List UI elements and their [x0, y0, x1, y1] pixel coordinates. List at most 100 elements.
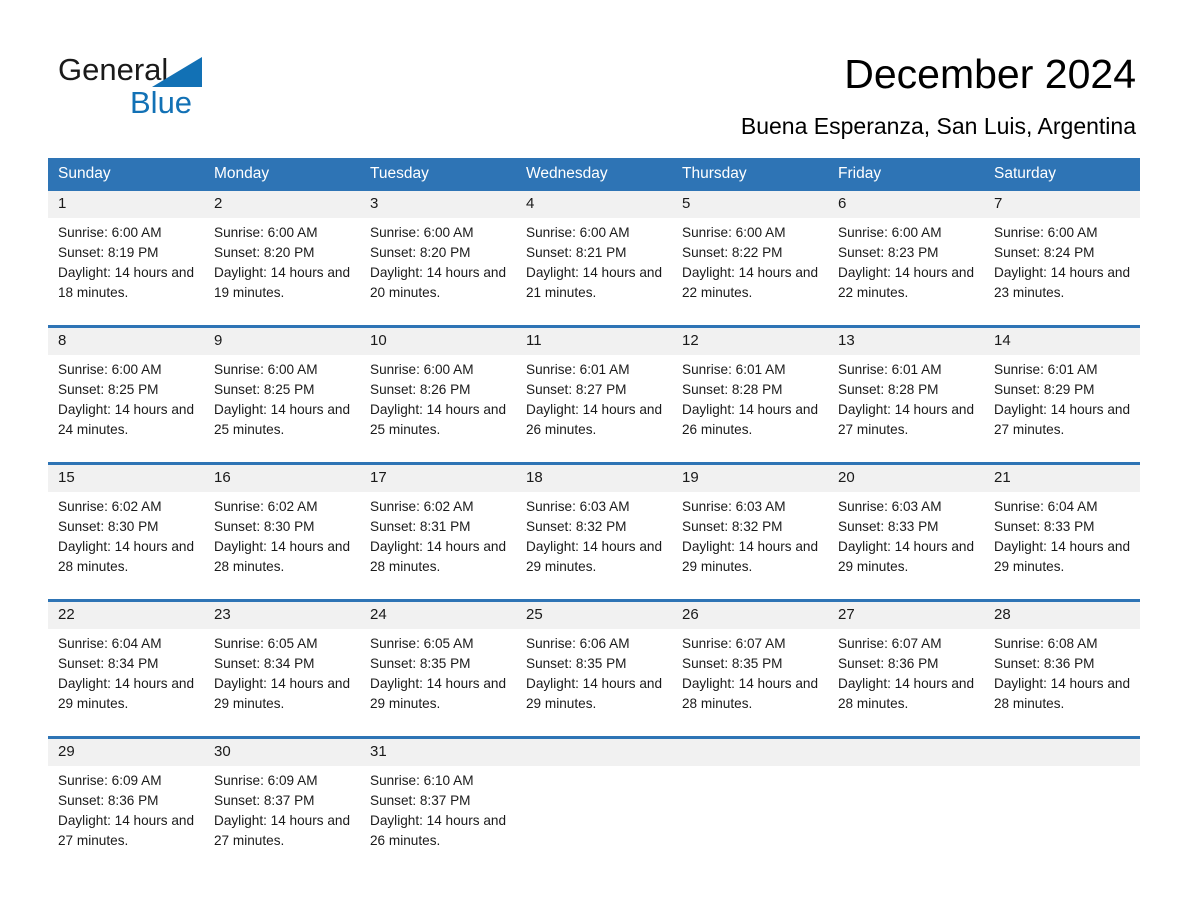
day-cell[interactable]: Sunrise: 6:00 AM Sunset: 8:20 PM Dayligh… — [204, 218, 360, 325]
sunrise-text: Sunrise: 6:01 AM — [526, 362, 630, 377]
sunrise-text: Sunrise: 6:03 AM — [838, 499, 942, 514]
sunset-text: Sunset: 8:36 PM — [58, 793, 159, 808]
sunset-text: Sunset: 8:19 PM — [58, 245, 159, 260]
day-cell[interactable]: Sunrise: 6:01 AM Sunset: 8:27 PM Dayligh… — [516, 355, 672, 462]
day-number[interactable]: 10 — [360, 328, 516, 355]
day-cell[interactable]: Sunrise: 6:00 AM Sunset: 8:25 PM Dayligh… — [204, 355, 360, 462]
day-cell[interactable]: Sunrise: 6:00 AM Sunset: 8:25 PM Dayligh… — [48, 355, 204, 462]
day-cell[interactable]: Sunrise: 6:00 AM Sunset: 8:22 PM Dayligh… — [672, 218, 828, 325]
day-cell[interactable]: Sunrise: 6:00 AM Sunset: 8:20 PM Dayligh… — [360, 218, 516, 325]
day-number[interactable]: 1 — [48, 191, 204, 218]
day-cell[interactable]: Sunrise: 6:02 AM Sunset: 8:30 PM Dayligh… — [48, 492, 204, 599]
week-date-row: 15 16 17 18 19 20 21 — [48, 465, 1140, 492]
day-cell[interactable]: Sunrise: 6:03 AM Sunset: 8:32 PM Dayligh… — [672, 492, 828, 599]
day-number[interactable]: 23 — [204, 602, 360, 629]
sunrise-text: Sunrise: 6:00 AM — [838, 225, 942, 240]
day-number[interactable]: 18 — [516, 465, 672, 492]
day-number[interactable]: 20 — [828, 465, 984, 492]
day-cell[interactable]: Sunrise: 6:04 AM Sunset: 8:33 PM Dayligh… — [984, 492, 1140, 599]
sunset-text: Sunset: 8:37 PM — [214, 793, 315, 808]
sunset-text: Sunset: 8:36 PM — [994, 656, 1095, 671]
day-cell[interactable]: Sunrise: 6:04 AM Sunset: 8:34 PM Dayligh… — [48, 629, 204, 736]
day-number[interactable]: 9 — [204, 328, 360, 355]
weekday-header-tuesday: Tuesday — [360, 158, 516, 191]
day-cell[interactable]: Sunrise: 6:09 AM Sunset: 8:36 PM Dayligh… — [48, 766, 204, 873]
day-number[interactable]: 12 — [672, 328, 828, 355]
day-cell[interactable]: Sunrise: 6:05 AM Sunset: 8:34 PM Dayligh… — [204, 629, 360, 736]
day-cell[interactable]: Sunrise: 6:07 AM Sunset: 8:35 PM Dayligh… — [672, 629, 828, 736]
sunrise-text: Sunrise: 6:00 AM — [58, 362, 162, 377]
sunset-text: Sunset: 8:30 PM — [214, 519, 315, 534]
day-cell[interactable]: Sunrise: 6:00 AM Sunset: 8:21 PM Dayligh… — [516, 218, 672, 325]
day-number[interactable]: 8 — [48, 328, 204, 355]
day-cell[interactable]: Sunrise: 6:05 AM Sunset: 8:35 PM Dayligh… — [360, 629, 516, 736]
day-number[interactable]: 13 — [828, 328, 984, 355]
daylight-text: Daylight: 14 hours and 29 minutes. — [526, 539, 663, 574]
day-number[interactable]: 29 — [48, 739, 204, 766]
day-number[interactable]: 5 — [672, 191, 828, 218]
day-cell[interactable]: Sunrise: 6:00 AM Sunset: 8:24 PM Dayligh… — [984, 218, 1140, 325]
day-number[interactable]: 31 — [360, 739, 516, 766]
sunset-text: Sunset: 8:37 PM — [370, 793, 471, 808]
sunrise-text: Sunrise: 6:09 AM — [214, 773, 318, 788]
day-number[interactable]: 28 — [984, 602, 1140, 629]
calendar-body: 1 2 3 4 5 6 7 Sunrise: 6:00 AM Sunset: 8… — [48, 191, 1140, 873]
day-cell[interactable]: Sunrise: 6:02 AM Sunset: 8:30 PM Dayligh… — [204, 492, 360, 599]
sunrise-text: Sunrise: 6:07 AM — [682, 636, 786, 651]
day-cell[interactable]: Sunrise: 6:01 AM Sunset: 8:28 PM Dayligh… — [828, 355, 984, 462]
day-number[interactable]: 15 — [48, 465, 204, 492]
day-number[interactable]: 26 — [672, 602, 828, 629]
day-cell[interactable]: Sunrise: 6:10 AM Sunset: 8:37 PM Dayligh… — [360, 766, 516, 873]
sunset-text: Sunset: 8:28 PM — [682, 382, 783, 397]
daylight-text: Daylight: 14 hours and 18 minutes. — [58, 265, 195, 300]
weekday-header-thursday: Thursday — [672, 158, 828, 191]
day-number[interactable]: 14 — [984, 328, 1140, 355]
day-cell[interactable]: Sunrise: 6:02 AM Sunset: 8:31 PM Dayligh… — [360, 492, 516, 599]
day-cell[interactable]: Sunrise: 6:01 AM Sunset: 8:28 PM Dayligh… — [672, 355, 828, 462]
logo-triangle-icon — [152, 57, 202, 87]
sunset-text: Sunset: 8:35 PM — [370, 656, 471, 671]
daylight-text: Daylight: 14 hours and 27 minutes. — [838, 402, 975, 437]
sunrise-text: Sunrise: 6:01 AM — [838, 362, 942, 377]
day-number[interactable]: 22 — [48, 602, 204, 629]
daylight-text: Daylight: 14 hours and 26 minutes. — [682, 402, 819, 437]
day-number[interactable]: 27 — [828, 602, 984, 629]
day-number[interactable]: 4 — [516, 191, 672, 218]
day-number[interactable]: 6 — [828, 191, 984, 218]
sunset-text: Sunset: 8:35 PM — [526, 656, 627, 671]
sunset-text: Sunset: 8:36 PM — [838, 656, 939, 671]
day-cell[interactable]: Sunrise: 6:01 AM Sunset: 8:29 PM Dayligh… — [984, 355, 1140, 462]
day-number[interactable]: 3 — [360, 191, 516, 218]
generalblue-logo[interactable]: General Blue — [58, 52, 238, 122]
day-number[interactable]: 16 — [204, 465, 360, 492]
sunrise-text: Sunrise: 6:01 AM — [682, 362, 786, 377]
day-number[interactable]: 24 — [360, 602, 516, 629]
day-number[interactable]: 17 — [360, 465, 516, 492]
day-number[interactable]: 2 — [204, 191, 360, 218]
empty-day-number — [828, 739, 984, 766]
daylight-text: Daylight: 14 hours and 29 minutes. — [214, 676, 351, 711]
day-cell[interactable]: Sunrise: 6:07 AM Sunset: 8:36 PM Dayligh… — [828, 629, 984, 736]
daylight-text: Daylight: 14 hours and 28 minutes. — [994, 676, 1131, 711]
sunset-text: Sunset: 8:29 PM — [994, 382, 1095, 397]
day-number[interactable]: 11 — [516, 328, 672, 355]
day-cell[interactable]: Sunrise: 6:09 AM Sunset: 8:37 PM Dayligh… — [204, 766, 360, 873]
day-number[interactable]: 19 — [672, 465, 828, 492]
day-cell[interactable]: Sunrise: 6:06 AM Sunset: 8:35 PM Dayligh… — [516, 629, 672, 736]
empty-day-number — [984, 739, 1140, 766]
sunrise-text: Sunrise: 6:05 AM — [370, 636, 474, 651]
day-number[interactable]: 21 — [984, 465, 1140, 492]
calendar-page: General Blue December 2024 Buena Esperan… — [0, 0, 1188, 918]
day-cell[interactable]: Sunrise: 6:00 AM Sunset: 8:19 PM Dayligh… — [48, 218, 204, 325]
day-cell[interactable]: Sunrise: 6:03 AM Sunset: 8:32 PM Dayligh… — [516, 492, 672, 599]
sunrise-text: Sunrise: 6:00 AM — [214, 225, 318, 240]
day-cell[interactable]: Sunrise: 6:00 AM Sunset: 8:26 PM Dayligh… — [360, 355, 516, 462]
daylight-text: Daylight: 14 hours and 29 minutes. — [58, 676, 195, 711]
day-cell[interactable]: Sunrise: 6:08 AM Sunset: 8:36 PM Dayligh… — [984, 629, 1140, 736]
daylight-text: Daylight: 14 hours and 25 minutes. — [214, 402, 351, 437]
day-cell[interactable]: Sunrise: 6:00 AM Sunset: 8:23 PM Dayligh… — [828, 218, 984, 325]
day-cell[interactable]: Sunrise: 6:03 AM Sunset: 8:33 PM Dayligh… — [828, 492, 984, 599]
day-number[interactable]: 7 — [984, 191, 1140, 218]
day-number[interactable]: 25 — [516, 602, 672, 629]
day-number[interactable]: 30 — [204, 739, 360, 766]
